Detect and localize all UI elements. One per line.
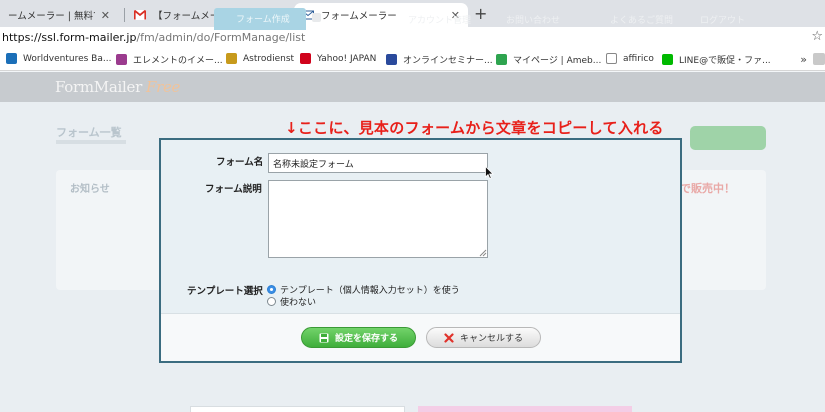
bookmark-label: affirico — [623, 53, 654, 64]
site-nav-logout[interactable]: ログアウト — [700, 13, 745, 26]
bookmarks-more-button[interactable]: » — [800, 53, 807, 66]
mouse-cursor-icon — [485, 166, 494, 179]
radio-unchecked-icon[interactable] — [267, 297, 276, 306]
bookmark-star-icon[interactable]: ☆ — [811, 29, 823, 44]
site-nav-contact[interactable]: お問い合わせ — [506, 13, 560, 26]
bookmark-item[interactable]: affirico — [606, 53, 654, 64]
form-description-label: フォーム説明 — [205, 184, 262, 195]
page-icon — [606, 53, 617, 64]
new-tab-button[interactable]: + — [474, 4, 487, 23]
dialog-footer — [161, 313, 680, 361]
browser-tab-1[interactable]: ームメーラー | 無料でSSL・ス ✕ — [0, 3, 118, 27]
folder-icon[interactable] — [813, 53, 825, 65]
bookmark-item[interactable]: Astrodienst — [226, 53, 294, 64]
save-icon — [319, 333, 329, 343]
bookmark-item[interactable]: マイページ | Ameb... — [496, 53, 601, 66]
bookmark-label: オンラインセミナー... — [403, 56, 493, 66]
form-name-input[interactable] — [268, 153, 488, 173]
address-bar[interactable]: https://ssl.form-mailer.jp/fm/admin/do/F… — [0, 27, 825, 49]
bookmark-label: エレメントのイメー... — [133, 56, 223, 66]
site-logo[interactable]: FormMailer Free — [55, 78, 180, 96]
bookmark-item[interactable]: オンラインセミナー... — [386, 53, 493, 66]
site-tab-icon — [312, 13, 321, 22]
template-none-label: 使わない — [280, 298, 317, 308]
form-settings-dialog: フォーム名 フォーム説明 テンプレート選択 テンプレート（個人情報入力セット）を… — [159, 138, 682, 363]
bookmark-label: Astrodienst — [243, 53, 295, 64]
bookmark-item[interactable]: LINE@で販促・ファ... — [662, 53, 771, 66]
site-logo-free: Free — [145, 78, 181, 96]
site-search-input[interactable] — [190, 406, 405, 412]
form-description-input[interactable] — [268, 180, 488, 258]
cancel-button[interactable]: キャンセルする — [426, 327, 541, 348]
url-host: https://ssl.form-mailer.jp — [2, 31, 137, 44]
worldventures-icon — [6, 53, 17, 64]
bookmark-label: LINE@で販促・ファ... — [679, 56, 771, 66]
bookmark-item[interactable]: エレメントのイメー... — [116, 53, 223, 66]
close-icon — [444, 332, 454, 343]
site-banner[interactable] — [418, 406, 632, 412]
site-header: FormMailer Free — [0, 72, 825, 102]
url-text[interactable]: https://ssl.form-mailer.jp/fm/admin/do/F… — [2, 31, 305, 44]
gmail-icon — [133, 9, 147, 20]
save-settings-button[interactable]: 設定を保存する — [301, 327, 416, 348]
cancel-button-label: キャンセルする — [459, 334, 523, 344]
site-nav-account[interactable]: アカウント管理 — [408, 13, 471, 26]
ameba-icon — [496, 54, 507, 65]
instruction-annotation: ↓ここに、見本のフォームから文章をコピーして入れる — [285, 119, 664, 137]
template-select-label: テンプレート選択 — [187, 286, 263, 297]
close-icon[interactable]: ✕ — [101, 9, 110, 22]
site-sale-banner[interactable]: で販売中！ — [680, 180, 735, 196]
site-notice-title: お知らせ — [70, 184, 110, 195]
site-new-form-button[interactable] — [690, 126, 766, 150]
bookmark-label: マイページ | Ameb... — [513, 56, 602, 66]
bookmark-label: Yahoo! JAPAN — [317, 53, 377, 64]
form-name-label: フォーム名 — [216, 157, 264, 168]
site-page-subtitle — [56, 140, 126, 144]
yahoo-icon — [300, 53, 311, 64]
astrodienst-icon — [226, 53, 237, 64]
bookmark-item[interactable]: Worldventures Ba... — [6, 53, 111, 64]
site-nav-faq[interactable]: よくあるご質問 — [610, 13, 673, 26]
template-none-radio[interactable]: 使わない — [267, 295, 316, 308]
bookmark-label: Worldventures Ba... — [23, 53, 112, 64]
bookmarks-bar: Worldventures Ba... エレメントのイメー... Astrodi… — [0, 49, 825, 71]
tab-title: ームメーラー | 無料でSSL・ス — [8, 11, 95, 22]
moon-icon — [116, 54, 127, 65]
bookmark-item[interactable]: Yahoo! JAPAN — [300, 53, 376, 64]
tab-separator — [124, 8, 125, 22]
seminar-icon — [386, 54, 397, 65]
url-path: /fm/admin/do/FormManage/list — [136, 31, 306, 44]
resize-grip-icon[interactable] — [478, 248, 487, 257]
save-button-label: 設定を保存する — [334, 334, 398, 344]
radio-checked-icon[interactable] — [267, 285, 276, 294]
site-tab-form-create-label: フォーム作成 — [236, 15, 290, 25]
line-icon — [662, 54, 673, 65]
site-page-title: フォーム一覧 — [56, 126, 122, 139]
site-logo-text: FormMailer — [55, 78, 142, 96]
